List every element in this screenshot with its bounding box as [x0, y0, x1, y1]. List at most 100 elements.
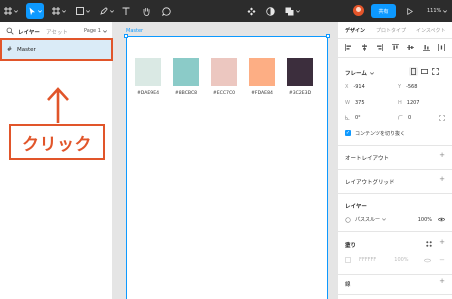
add-layout-grid-icon[interactable]: + — [439, 176, 445, 183]
color-swatch[interactable] — [173, 58, 199, 86]
frame-tool-button[interactable] — [50, 3, 68, 19]
fill-color-chip[interactable] — [345, 257, 351, 263]
mask-button[interactable] — [264, 3, 276, 19]
h-field[interactable]: H 1207 — [398, 100, 420, 106]
frame-title[interactable]: Master — [126, 28, 143, 34]
components-button[interactable] — [245, 3, 257, 19]
color-swatch[interactable] — [249, 58, 275, 86]
comment-tool-button[interactable] — [160, 3, 172, 19]
eye-icon[interactable] — [424, 258, 432, 263]
swatch-hex-label: #8BCBC8 — [174, 91, 198, 96]
portrait-button[interactable] — [409, 67, 418, 76]
pen-icon — [100, 7, 108, 15]
left-panel-tabs: レイヤー アセット Page 1 — [0, 22, 113, 40]
text-tool-button[interactable] — [121, 3, 131, 19]
boolean-button[interactable] — [283, 3, 301, 19]
frame-section-label: フレーム — [345, 71, 367, 77]
blend-mode-value[interactable]: パススルー — [355, 216, 380, 223]
tab-inspect[interactable]: インスペクト — [416, 27, 446, 34]
align-left-icon[interactable] — [345, 43, 352, 51]
blend-mode-icon — [345, 216, 351, 223]
align-center-v-icon[interactable] — [407, 44, 414, 51]
align-top-icon[interactable] — [391, 43, 399, 51]
clip-content-checkbox[interactable]: ✓ — [345, 130, 351, 136]
landscape-button[interactable] — [420, 67, 429, 76]
hand-tool-button[interactable] — [140, 3, 152, 19]
corner-radius-icon — [398, 115, 403, 120]
pen-tool-button[interactable] — [98, 3, 116, 19]
align-center-h-icon[interactable] — [361, 43, 368, 51]
layout-grid-title[interactable]: レイアウトグリッド — [345, 178, 395, 186]
fill-hex-value[interactable]: FFFFFF — [359, 257, 376, 263]
color-swatch[interactable] — [287, 58, 313, 86]
alignment-toolbar — [345, 43, 445, 51]
annotation-label: クリック — [9, 124, 105, 160]
share-button[interactable]: 共有 — [371, 4, 396, 18]
properties-panel: デザイン プロトタイプ インスペクト フレーム X -914 Y -568 W 375… — [337, 22, 452, 299]
annotation-arrow-icon — [47, 87, 69, 123]
x-value: -914 — [353, 84, 365, 90]
tab-design[interactable]: デザイン — [345, 27, 365, 34]
align-right-icon[interactable] — [376, 43, 383, 51]
chevron-down-icon — [382, 218, 386, 221]
fill-opacity-value[interactable]: 100% — [394, 257, 408, 263]
divider — [338, 231, 452, 232]
add-auto-layout-icon[interactable]: + — [439, 152, 445, 159]
swatch-hex-label: #ECC7C0 — [212, 91, 236, 96]
layer-name: Master — [17, 46, 36, 53]
style-grid-icon[interactable] — [426, 241, 432, 247]
add-fill-icon[interactable]: + — [439, 239, 445, 246]
color-swatch[interactable] — [211, 58, 237, 86]
x-label: X — [345, 84, 349, 90]
stroke-section-title: 線 — [345, 282, 351, 288]
eye-icon[interactable] — [438, 217, 445, 222]
present-button[interactable] — [405, 3, 415, 19]
avatar[interactable] — [353, 5, 364, 16]
h-label: H — [398, 100, 402, 106]
swatch-hex-label: #FDAE84 — [251, 91, 273, 96]
x-field[interactable]: X -914 — [345, 84, 365, 90]
hand-icon — [143, 7, 149, 16]
main-menu-button[interactable] — [3, 3, 19, 19]
align-bottom-icon[interactable] — [422, 44, 430, 51]
search-icon[interactable] — [6, 27, 14, 35]
frame-icon: # — [7, 46, 13, 53]
rotation-field[interactable]: 0° — [345, 115, 361, 121]
contrast-icon — [265, 6, 275, 16]
y-label: Y — [398, 84, 402, 90]
zoom-menu[interactable]: 111% — [427, 4, 448, 18]
shape-tool-button[interactable] — [74, 3, 92, 19]
radius-field[interactable]: 0 — [398, 115, 411, 121]
independent-corners-icon[interactable] — [439, 115, 445, 121]
resize-to-fit-button[interactable] — [431, 67, 440, 76]
tab-prototype[interactable]: プロトタイプ — [376, 27, 406, 34]
divider — [338, 57, 452, 58]
layer-row-master[interactable]: # Master — [0, 38, 113, 61]
auto-layout-title[interactable]: オートレイアウト — [345, 154, 389, 162]
resize-handle[interactable] — [124, 34, 128, 38]
chevron-down-icon — [86, 9, 90, 13]
color-swatch[interactable] — [135, 58, 161, 86]
tab-layers[interactable]: レイヤー — [18, 28, 40, 36]
tab-assets[interactable]: アセット — [46, 28, 68, 36]
remove-fill-icon[interactable]: − — [439, 256, 445, 264]
layer-opacity-value[interactable]: 100% — [418, 217, 432, 223]
canvas[interactable]: Master #DAE9E4 #8BCBC8 #ECC7C0 #FDAE84 #… — [113, 22, 337, 299]
portrait-icon — [411, 68, 416, 75]
clip-content-label: コンテンツを切り抜く — [355, 131, 406, 137]
page-label: Page 1 — [84, 28, 101, 34]
rotation-value: 0° — [355, 115, 361, 121]
comment-icon — [161, 6, 171, 16]
distribute-icon[interactable] — [438, 43, 445, 51]
resize-handle[interactable] — [326, 34, 330, 38]
chevron-down-icon — [102, 29, 107, 33]
y-value: -568 — [406, 84, 418, 90]
y-field[interactable]: Y -568 — [398, 84, 417, 90]
master-frame[interactable]: #DAE9E4 #8BCBC8 #ECC7C0 #FDAE84 #3C2E3D — [124, 34, 330, 299]
frame-section-title[interactable]: フレーム — [345, 69, 374, 77]
move-tool-button[interactable] — [26, 3, 44, 19]
top-toolbar: 共有 111% — [0, 0, 452, 22]
page-selector[interactable]: Page 1 — [84, 28, 107, 34]
add-stroke-icon[interactable]: + — [439, 278, 445, 285]
w-field[interactable]: W 375 — [345, 100, 365, 106]
